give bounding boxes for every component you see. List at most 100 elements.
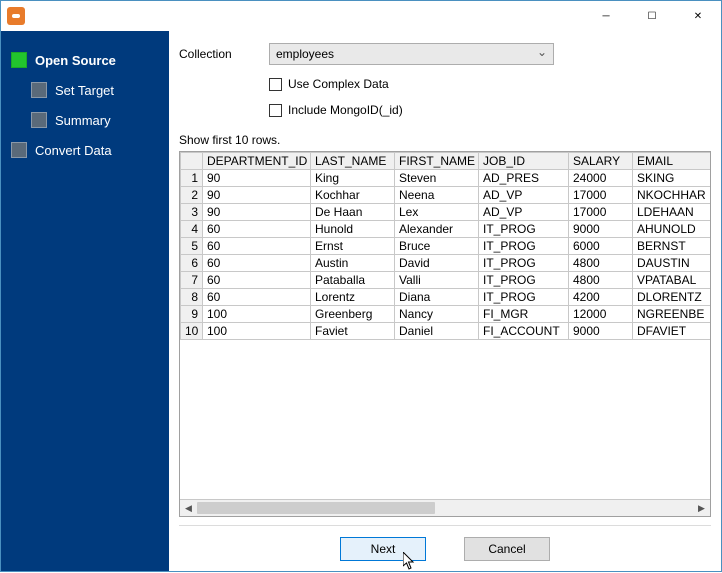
table-cell[interactable]: Diana xyxy=(395,289,479,306)
table-cell[interactable]: 17000 xyxy=(569,187,633,204)
table-cell[interactable]: 24000 xyxy=(569,170,633,187)
table-row[interactable]: 660AustinDavidIT_PROG4800DAUSTIN xyxy=(181,255,711,272)
table-cell[interactable]: De Haan xyxy=(311,204,395,221)
row-number: 9 xyxy=(181,306,203,323)
column-header[interactable]: EMAIL xyxy=(633,153,711,170)
table-cell[interactable]: 6000 xyxy=(569,238,633,255)
table-cell[interactable]: IT_PROG xyxy=(479,238,569,255)
table-cell[interactable]: David xyxy=(395,255,479,272)
table-row[interactable]: 10100FavietDanielFI_ACCOUNT9000DFAVIET xyxy=(181,323,711,340)
table-cell[interactable]: Austin xyxy=(311,255,395,272)
table-row[interactable]: 290KochharNeenaAD_VP17000NKOCHHAR xyxy=(181,187,711,204)
table-row[interactable]: 460HunoldAlexanderIT_PROG9000AHUNOLD xyxy=(181,221,711,238)
next-button[interactable]: Next xyxy=(340,537,426,561)
table-cell[interactable]: DLORENTZ xyxy=(633,289,711,306)
step-label: Set Target xyxy=(55,83,114,98)
maximize-button[interactable]: ☐ xyxy=(629,1,675,31)
table-cell[interactable]: IT_PROG xyxy=(479,272,569,289)
table-cell[interactable]: Neena xyxy=(395,187,479,204)
wizard-step-summary[interactable]: Summary xyxy=(1,105,169,135)
collection-select[interactable]: employees xyxy=(269,43,554,65)
table-cell[interactable]: DFAVIET xyxy=(633,323,711,340)
table-cell[interactable]: Ernst xyxy=(311,238,395,255)
table-cell[interactable]: Valli xyxy=(395,272,479,289)
table-cell[interactable]: 60 xyxy=(203,272,311,289)
table-cell[interactable]: 9000 xyxy=(569,323,633,340)
table-cell[interactable]: AD_PRES xyxy=(479,170,569,187)
table-cell[interactable]: IT_PROG xyxy=(479,221,569,238)
table-cell[interactable]: FI_ACCOUNT xyxy=(479,323,569,340)
close-button[interactable]: ✕ xyxy=(675,1,721,31)
table-cell[interactable]: 4800 xyxy=(569,272,633,289)
table-cell[interactable]: SKING xyxy=(633,170,711,187)
table-cell[interactable]: Lorentz xyxy=(311,289,395,306)
table-row[interactable]: 9100GreenbergNancyFI_MGR12000NGREENBE xyxy=(181,306,711,323)
table-cell[interactable]: FI_MGR xyxy=(479,306,569,323)
wizard-step-set-target[interactable]: Set Target xyxy=(1,75,169,105)
table-cell[interactable]: 4200 xyxy=(569,289,633,306)
column-header[interactable]: JOB_ID xyxy=(479,153,569,170)
use-complex-data-checkbox[interactable] xyxy=(269,78,282,91)
table-row[interactable]: 860LorentzDianaIT_PROG4200DLORENTZ xyxy=(181,289,711,306)
table-cell[interactable]: IT_PROG xyxy=(479,255,569,272)
table-cell[interactable]: King xyxy=(311,170,395,187)
column-header[interactable]: SALARY xyxy=(569,153,633,170)
table-row[interactable]: 560ErnstBruceIT_PROG6000BERNST xyxy=(181,238,711,255)
table-cell[interactable]: LDEHAAN xyxy=(633,204,711,221)
table-cell[interactable]: 100 xyxy=(203,323,311,340)
table-cell[interactable]: 4800 xyxy=(569,255,633,272)
cancel-button[interactable]: Cancel xyxy=(464,537,550,561)
table-cell[interactable]: Lex xyxy=(395,204,479,221)
table-cell[interactable]: Hunold xyxy=(311,221,395,238)
column-header[interactable]: LAST_NAME xyxy=(311,153,395,170)
table-cell[interactable]: 9000 xyxy=(569,221,633,238)
table-cell[interactable]: Steven xyxy=(395,170,479,187)
table-cell[interactable]: 90 xyxy=(203,170,311,187)
table-cell[interactable]: AD_VP xyxy=(479,187,569,204)
table-cell[interactable]: BERNST xyxy=(633,238,711,255)
use-complex-data-label: Use Complex Data xyxy=(288,77,389,91)
step-label: Convert Data xyxy=(35,143,112,158)
table-cell[interactable]: 12000 xyxy=(569,306,633,323)
table-cell[interactable]: 60 xyxy=(203,238,311,255)
scrollbar-thumb[interactable] xyxy=(197,502,435,514)
table-cell[interactable]: DAUSTIN xyxy=(633,255,711,272)
wizard-step-open-source[interactable]: Open Source xyxy=(1,45,169,75)
table-cell[interactable]: 17000 xyxy=(569,204,633,221)
row-number: 7 xyxy=(181,272,203,289)
column-header[interactable]: DEPARTMENT_ID xyxy=(203,153,311,170)
table-cell[interactable]: Pataballa xyxy=(311,272,395,289)
table-row[interactable]: 760PataballaValliIT_PROG4800VPATABAL xyxy=(181,272,711,289)
table-cell[interactable]: VPATABAL xyxy=(633,272,711,289)
step-status-icon xyxy=(11,52,27,68)
table-cell[interactable]: Kochhar xyxy=(311,187,395,204)
table-cell[interactable]: 90 xyxy=(203,187,311,204)
minimize-button[interactable]: ─ xyxy=(583,1,629,31)
table-row[interactable]: 190KingStevenAD_PRES24000SKING xyxy=(181,170,711,187)
wizard-step-convert-data[interactable]: Convert Data xyxy=(1,135,169,165)
row-number: 4 xyxy=(181,221,203,238)
table-cell[interactable]: Faviet xyxy=(311,323,395,340)
table-cell[interactable]: AD_VP xyxy=(479,204,569,221)
table-cell[interactable]: Nancy xyxy=(395,306,479,323)
step-label: Open Source xyxy=(35,53,116,68)
horizontal-scrollbar[interactable]: ◀ ▶ xyxy=(180,499,710,516)
table-cell[interactable]: Greenberg xyxy=(311,306,395,323)
table-row[interactable]: 390De HaanLexAD_VP17000LDEHAAN xyxy=(181,204,711,221)
table-cell[interactable]: 90 xyxy=(203,204,311,221)
table-cell[interactable]: 100 xyxy=(203,306,311,323)
table-cell[interactable]: IT_PROG xyxy=(479,289,569,306)
table-cell[interactable]: Daniel xyxy=(395,323,479,340)
table-cell[interactable]: 60 xyxy=(203,289,311,306)
table-cell[interactable]: AHUNOLD xyxy=(633,221,711,238)
include-mongoid-checkbox[interactable] xyxy=(269,104,282,117)
column-header[interactable]: FIRST_NAME xyxy=(395,153,479,170)
table-cell[interactable]: Alexander xyxy=(395,221,479,238)
table-cell[interactable]: 60 xyxy=(203,221,311,238)
table-cell[interactable]: NKOCHHAR xyxy=(633,187,711,204)
scroll-left-icon[interactable]: ◀ xyxy=(180,500,197,517)
table-cell[interactable]: Bruce xyxy=(395,238,479,255)
table-cell[interactable]: NGREENBE xyxy=(633,306,711,323)
scroll-right-icon[interactable]: ▶ xyxy=(693,500,710,517)
table-cell[interactable]: 60 xyxy=(203,255,311,272)
